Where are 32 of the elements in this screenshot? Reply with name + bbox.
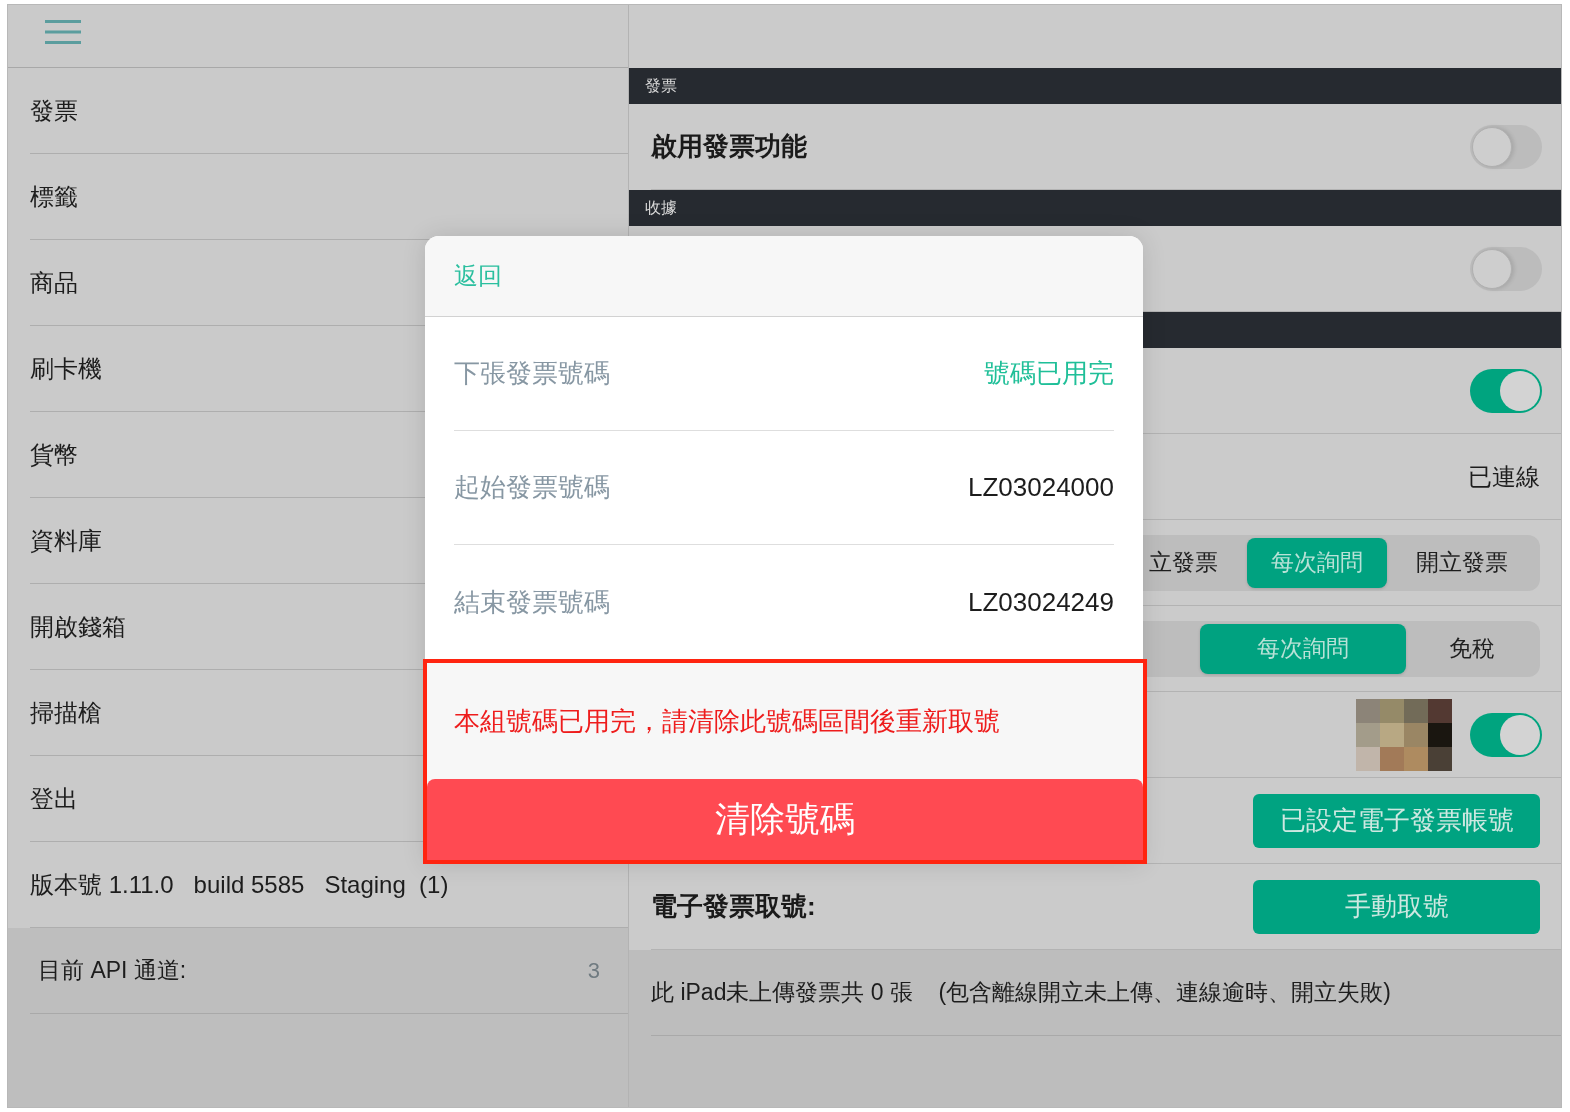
sidebar-item[interactable]: 商品 [30,264,78,301]
toggle-switch[interactable] [1470,124,1542,169]
toggle-switch[interactable] [1470,712,1542,757]
toggle-switch[interactable] [1470,246,1542,291]
field-label: 下張發票號碼 [454,357,610,390]
segment-tab[interactable]: 開立發票 [1387,537,1537,588]
toggle-switch[interactable] [1470,368,1542,413]
menu-icon[interactable] [45,20,81,44]
warning-message: 本組號碼已用完，請清除此號碼區間後重新取號 [454,704,1000,738]
field-value: LZ03024000 [967,471,1114,504]
sidebar-item[interactable]: 刷卡機 [30,350,102,387]
footnote-text: 此 iPad未上傳發票共 0 張 (包含離線開立未上傳、連線逾時、開立失敗) [651,978,1391,1008]
section-header: 收據 [629,190,1561,226]
status-text: 已連線 [1468,461,1540,492]
field-label: 起始發票號碼 [454,471,610,504]
sidebar-item[interactable]: 發票 [30,92,78,129]
version-text: 版本號 1.11.0 build 5585 Staging (1) [30,869,449,900]
sidebar-item[interactable]: 資料庫 [30,522,102,559]
sidebar-item[interactable]: 貨幣 [30,436,78,473]
api-channel-value: 3 [587,957,600,985]
sidebar-item[interactable]: 掃描槍 [30,694,102,731]
api-channel-label: 目前 API 通道: [38,956,187,986]
field-label: 結束發票號碼 [454,585,610,619]
segment-tab[interactable]: 免稅 [1406,623,1537,674]
field-value: 號碼已用完 [984,357,1114,390]
sidebar-item[interactable]: 標籤 [30,178,78,215]
sidebar-item[interactable]: 開啟錢箱 [30,608,126,645]
setting-label: 電子發票取號: [651,890,816,923]
section-header: 發票 [629,68,1561,104]
setting-label: 啟用發票功能 [651,130,807,163]
sidebar-item[interactable]: 登出 [30,780,78,817]
segment-tab[interactable]: 立發票 [1147,537,1247,588]
